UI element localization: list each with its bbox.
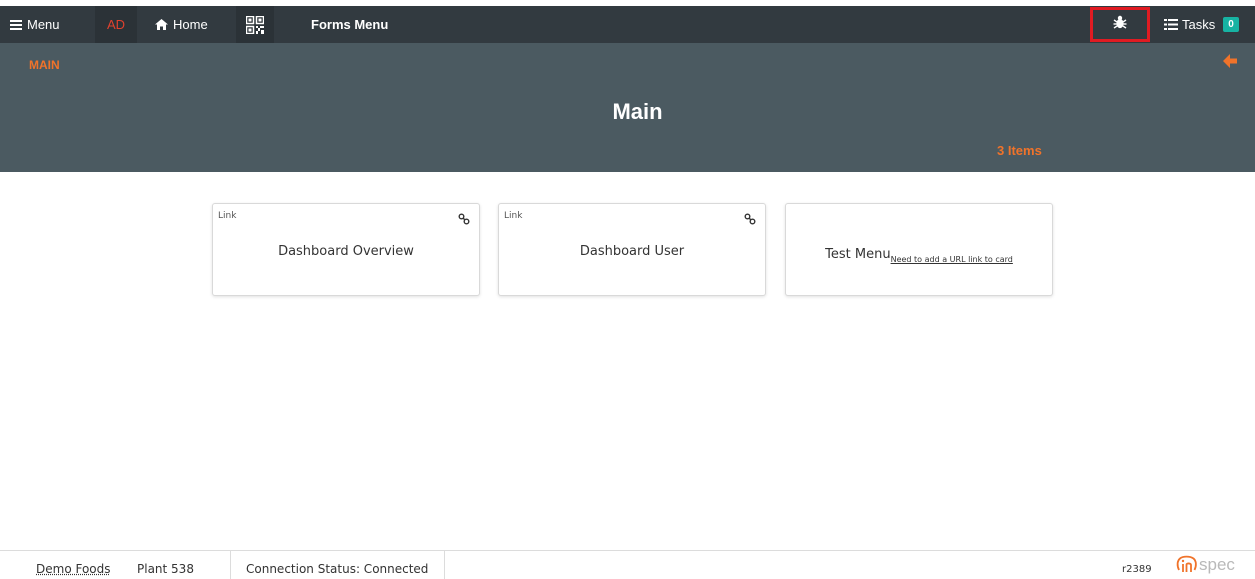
item-count: 3 Items <box>997 143 1042 158</box>
back-arrow-icon[interactable] <box>1222 53 1238 74</box>
card-title: Dashboard User <box>499 244 765 259</box>
breadcrumb[interactable]: MAIN <box>29 58 60 72</box>
tasks-button[interactable]: Tasks 0 <box>1164 6 1239 43</box>
menu-button[interactable]: Menu <box>10 6 60 43</box>
top-nav-bar: Menu AD Home Forms Menu Tasks 0 <box>0 6 1255 43</box>
app-page: Menu AD Home Forms Menu Tasks 0 MAIN Mai… <box>0 0 1255 579</box>
connection-status: Connection Status: Connected <box>246 562 428 576</box>
card-type-label: Link <box>218 211 236 221</box>
page-header: MAIN Main 3 Items <box>0 43 1255 172</box>
link-icon <box>744 210 756 229</box>
revision-label: r2389 <box>1122 564 1152 575</box>
link-icon <box>458 210 470 229</box>
status-footer: Demo Foods Plant 538 Connection Status: … <box>0 550 1255 579</box>
card-title-row: Test MenuNeed to add a URL link to card <box>786 243 1052 264</box>
tasks-icon <box>1164 19 1178 30</box>
card-title: Test Menu <box>825 247 890 262</box>
hamburger-icon <box>10 20 22 30</box>
card-type-label: Link <box>504 211 522 221</box>
home-button[interactable]: Home <box>155 6 208 43</box>
qr-code-icon <box>246 16 264 34</box>
inspec-logo: spec <box>1176 555 1235 575</box>
bug-icon <box>1113 15 1127 34</box>
card-dashboard-overview[interactable]: Link Dashboard Overview <box>212 203 480 296</box>
footer-divider <box>230 551 231 579</box>
menu-label: Menu <box>27 17 60 32</box>
home-icon <box>155 19 168 30</box>
inspec-logo-mark <box>1176 555 1198 575</box>
forms-menu-title: Forms Menu <box>311 6 388 43</box>
company-link[interactable]: Demo Foods <box>36 562 111 576</box>
page-title: Main <box>0 99 1255 125</box>
card-test-menu[interactable]: Test MenuNeed to add a URL link to card <box>785 203 1053 296</box>
card-title: Dashboard Overview <box>213 244 479 259</box>
user-avatar[interactable]: AD <box>95 6 137 43</box>
home-label: Home <box>173 17 208 32</box>
bug-report-button[interactable] <box>1090 7 1150 42</box>
card-url-note[interactable]: Need to add a URL link to card <box>891 255 1013 264</box>
tasks-count-badge: 0 <box>1223 17 1239 32</box>
plant-label: Plant 538 <box>137 562 194 576</box>
footer-divider <box>444 551 445 579</box>
card-dashboard-user[interactable]: Link Dashboard User <box>498 203 766 296</box>
avatar-initials: AD <box>107 17 125 32</box>
qr-code-button[interactable] <box>236 6 274 43</box>
logo-text: spec <box>1199 555 1235 575</box>
tasks-label: Tasks <box>1182 17 1215 32</box>
